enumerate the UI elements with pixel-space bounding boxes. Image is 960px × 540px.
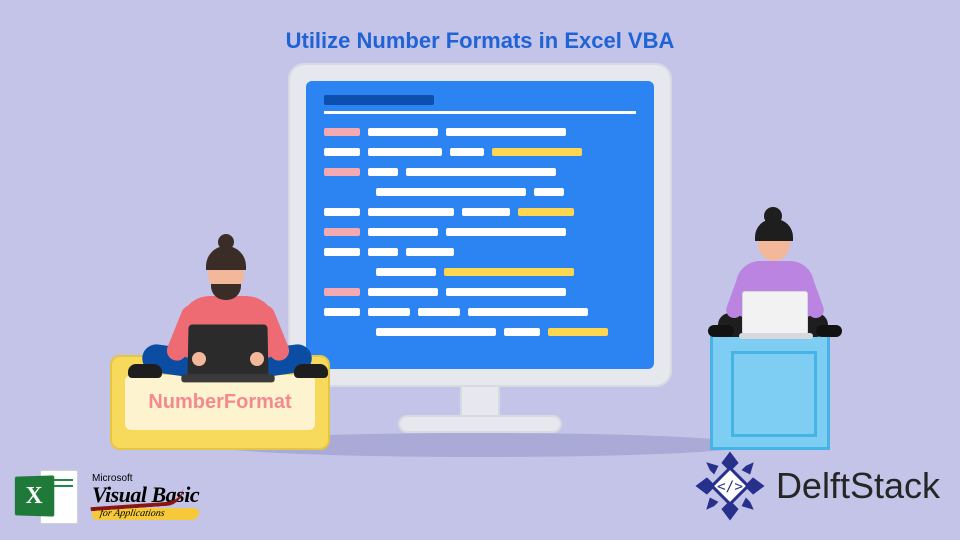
laptop-icon: [187, 324, 268, 376]
code-line: [324, 288, 636, 296]
code-line: [324, 248, 636, 256]
monitor-base: [400, 417, 560, 431]
code-screen: [306, 81, 654, 369]
code-line: [324, 268, 636, 276]
excel-icon: X: [14, 466, 78, 528]
delftstack-logo: </> DelftStack: [694, 450, 940, 522]
page-title: Utilize Number Formats in Excel VBA: [0, 28, 960, 54]
right-scene: [690, 215, 850, 450]
code-line: [324, 208, 636, 216]
code-line: [324, 168, 636, 176]
left-box-label-area: NumberFormat: [125, 375, 315, 430]
code-line: [324, 228, 636, 236]
monitor: [290, 65, 670, 431]
numberformat-label: NumberFormat: [148, 391, 291, 414]
laptop-icon: [742, 291, 808, 335]
divider: [324, 111, 636, 114]
code-line: [324, 128, 636, 136]
delftstack-mark-icon: </>: [694, 450, 766, 522]
right-cube: [710, 330, 830, 450]
monitor-bezel: [290, 65, 670, 385]
code-line: [324, 188, 636, 196]
left-scene: NumberFormat: [110, 180, 330, 450]
code-line: [324, 308, 636, 316]
code-tag-icon: </>: [717, 479, 743, 495]
monitor-stand: [460, 385, 500, 417]
code-line: [324, 148, 636, 156]
window-title-bar: [324, 95, 434, 105]
visual-basic-logo: Microsoft Visual Basic for Applications: [92, 474, 199, 520]
excel-letter: X: [26, 482, 43, 509]
delftstack-name: DelftStack: [776, 465, 940, 507]
code-line: [324, 328, 636, 336]
tech-logos: X Microsoft Visual Basic for Application…: [14, 466, 199, 528]
